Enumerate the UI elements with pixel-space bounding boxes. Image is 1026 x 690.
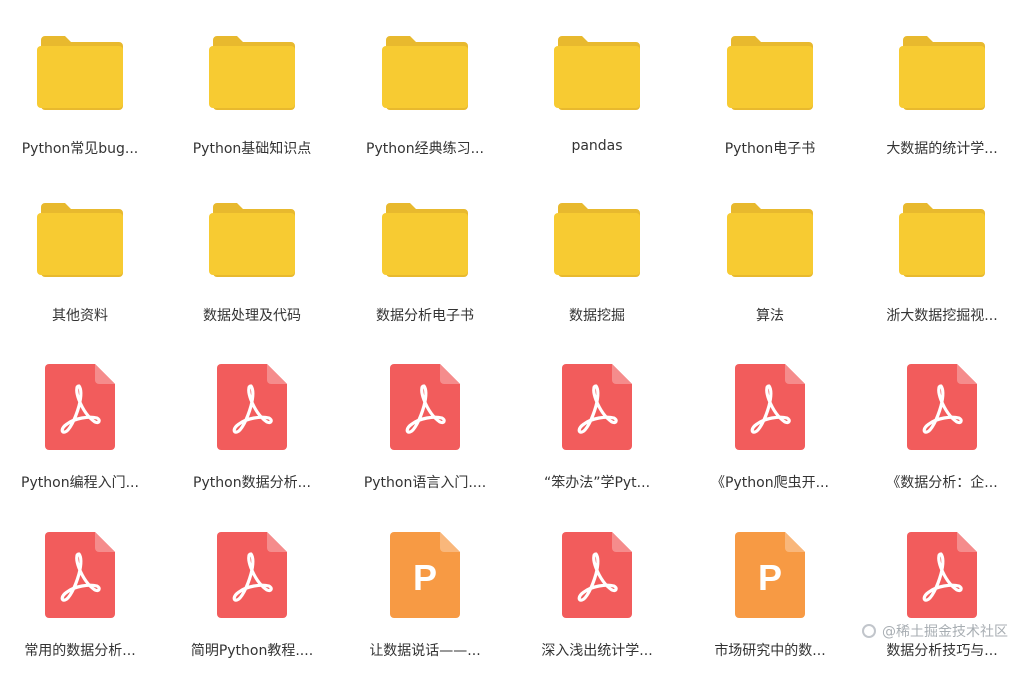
pdf-file-item[interactable]: 简明Python教程.... — [172, 530, 332, 690]
pdf-icon — [897, 362, 987, 452]
pdf-icon — [552, 530, 642, 620]
folder-icon — [35, 28, 125, 118]
folder-icon — [207, 195, 297, 285]
file-name-label: 算法 — [756, 308, 784, 324]
file-name-label: 《Python爬虫开... — [711, 475, 829, 491]
ppt-icon: P — [380, 530, 470, 620]
file-name-label: Python电子书 — [724, 141, 816, 157]
folder-icon — [552, 28, 642, 118]
pdf-icon — [35, 362, 125, 452]
pdf-file-item[interactable]: Python数据分析... — [172, 362, 332, 522]
watermark: @稀土掘金技术社区 — [862, 620, 1008, 642]
file-name-label: 常用的数据分析... — [24, 643, 136, 659]
file-name-label: pandas — [571, 138, 623, 154]
file-name-label: 其他资料 — [52, 308, 108, 324]
file-name-label: 大数据的统计学... — [886, 141, 998, 157]
folder-item[interactable]: Python基础知识点 — [172, 28, 332, 188]
pdf-icon — [35, 530, 125, 620]
pdf-icon — [207, 362, 297, 452]
platform-logo-icon — [862, 624, 876, 638]
pdf-icon — [552, 362, 642, 452]
pdf-icon — [897, 530, 987, 620]
folder-icon — [725, 28, 815, 118]
pdf-icon — [380, 362, 470, 452]
pdf-file-item[interactable]: 数据分析技巧与... — [862, 530, 1022, 690]
file-grid: Python常见bug... Python基础知识点 Python经典练习... pa… — [0, 0, 1026, 659]
ppt-file-item[interactable]: P 让数据说话——... — [345, 530, 505, 690]
ppt-icon: P — [725, 530, 815, 620]
ppt-letter: P — [758, 557, 782, 598]
folder-icon — [552, 195, 642, 285]
watermark-text: @稀土掘金技术社区 — [882, 624, 1008, 640]
folder-item[interactable]: Python电子书 — [690, 28, 850, 188]
pdf-icon — [725, 362, 815, 452]
pdf-file-item[interactable]: 常用的数据分析... — [0, 530, 160, 690]
pdf-icon — [207, 530, 297, 620]
file-name-label: 数据挖掘 — [569, 308, 625, 324]
pdf-file-item[interactable]: Python语言入门.... — [345, 362, 505, 522]
folder-item[interactable]: pandas — [517, 28, 677, 188]
file-name-label: 深入浅出统计学... — [541, 643, 653, 659]
pdf-file-item[interactable]: “笨办法”学Pyt... — [517, 362, 677, 522]
file-name-label: 市场研究中的数... — [714, 643, 826, 659]
file-name-label: Python经典练习... — [366, 141, 484, 157]
folder-icon — [897, 28, 987, 118]
file-name-label: 浙大数据挖掘视... — [886, 308, 998, 324]
ppt-letter: P — [413, 557, 437, 598]
pdf-file-item[interactable]: 《Python爬虫开... — [690, 362, 850, 522]
file-name-label: Python数据分析... — [193, 475, 311, 491]
folder-item[interactable]: 数据挖掘 — [517, 195, 677, 355]
folder-item[interactable]: 其他资料 — [0, 195, 160, 355]
folder-item[interactable]: 浙大数据挖掘视... — [862, 195, 1022, 355]
folder-item[interactable]: 算法 — [690, 195, 850, 355]
file-name-label: 数据分析电子书 — [376, 308, 474, 324]
file-name-label: Python编程入门... — [21, 475, 139, 491]
folder-item[interactable]: 数据分析电子书 — [345, 195, 505, 355]
folder-icon — [897, 195, 987, 285]
file-name-label: 让数据说话——... — [369, 643, 481, 659]
file-name-label: “笨办法”学Pyt... — [543, 475, 651, 491]
folder-icon — [380, 28, 470, 118]
folder-icon — [207, 28, 297, 118]
folder-item[interactable]: Python常见bug... — [0, 28, 160, 188]
folder-item[interactable]: Python经典练习... — [345, 28, 505, 188]
pdf-file-item[interactable]: Python编程入门... — [0, 362, 160, 522]
pdf-file-item[interactable]: 《数据分析：企... — [862, 362, 1022, 522]
folder-icon — [380, 195, 470, 285]
file-name-label: 数据分析技巧与... — [886, 643, 998, 659]
folder-item[interactable]: 大数据的统计学... — [862, 28, 1022, 188]
folder-icon — [725, 195, 815, 285]
folder-icon — [35, 195, 125, 285]
ppt-file-item[interactable]: P 市场研究中的数... — [690, 530, 850, 690]
file-name-label: Python基础知识点 — [192, 141, 312, 157]
folder-item[interactable]: 数据处理及代码 — [172, 195, 332, 355]
file-name-label: 数据处理及代码 — [203, 308, 301, 324]
pdf-file-item[interactable]: 深入浅出统计学... — [517, 530, 677, 690]
file-name-label: 简明Python教程.... — [190, 643, 314, 659]
file-name-label: Python语言入门.... — [363, 475, 487, 491]
file-name-label: 《数据分析：企... — [886, 475, 998, 491]
file-name-label: Python常见bug... — [21, 141, 139, 157]
